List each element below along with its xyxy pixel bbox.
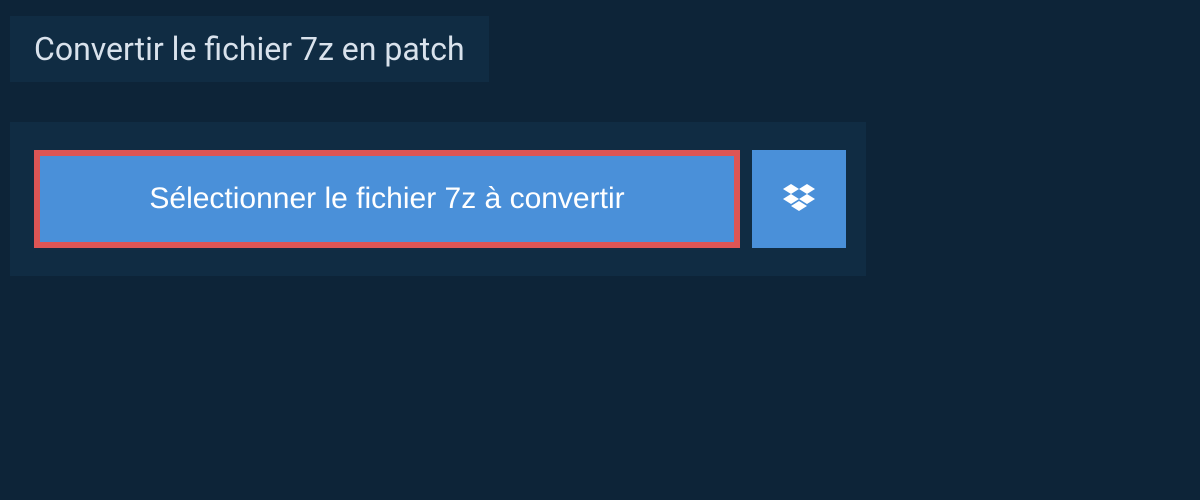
page-title: Convertir le fichier 7z en patch bbox=[10, 16, 489, 82]
select-file-label: Sélectionner le fichier 7z à convertir bbox=[149, 182, 624, 216]
upload-panel: Sélectionner le fichier 7z à convertir bbox=[10, 122, 866, 276]
select-file-button[interactable]: Sélectionner le fichier 7z à convertir bbox=[34, 150, 740, 248]
dropbox-button[interactable] bbox=[752, 150, 846, 248]
main-container: Convertir le fichier 7z en patch Sélecti… bbox=[0, 0, 1200, 292]
dropbox-icon bbox=[783, 184, 815, 214]
